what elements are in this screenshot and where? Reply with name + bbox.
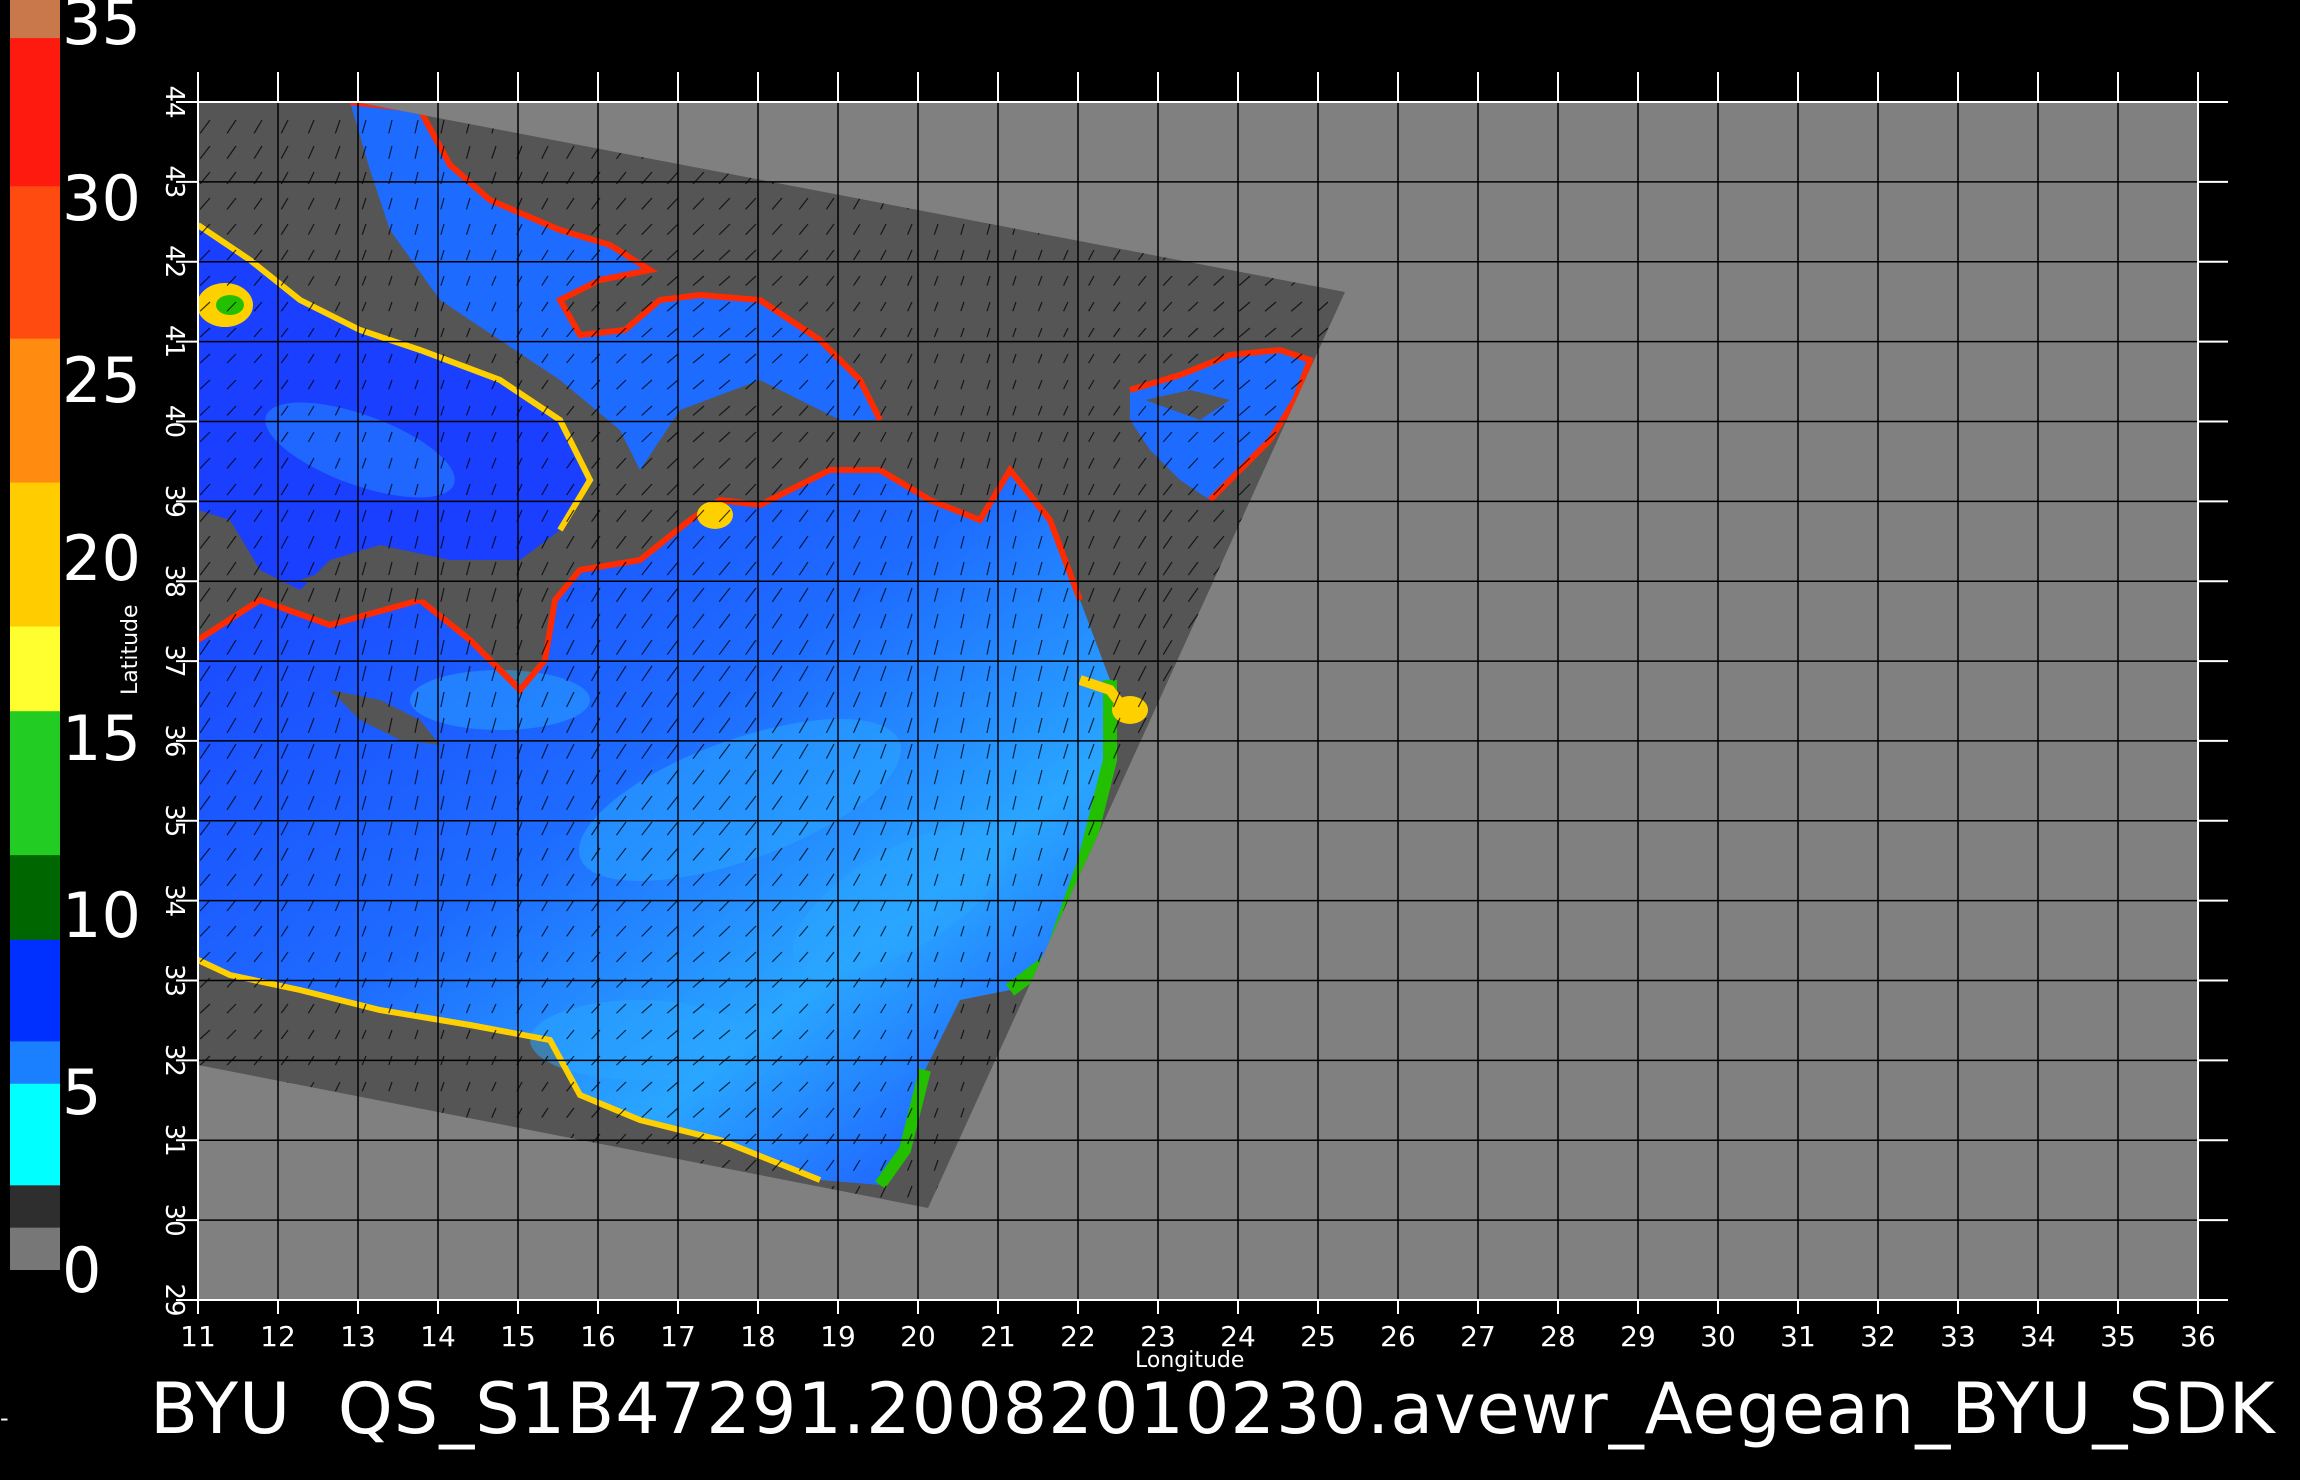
x-tick-label: 27 — [1460, 1320, 1496, 1353]
y-tick-label: 37 — [159, 645, 189, 678]
x-tick-label: 18 — [740, 1320, 776, 1353]
colorbar-label: 35 — [62, 0, 141, 59]
y-tick-label: 29 — [159, 1283, 189, 1316]
y-tick-label: 39 — [159, 485, 189, 518]
y-tick-label: 35 — [159, 804, 189, 837]
colorbar-segment — [10, 186, 60, 340]
colorbar-segment — [10, 0, 60, 39]
y-tick-label: 41 — [159, 325, 189, 358]
x-tick-label: 20 — [900, 1320, 936, 1353]
colorbar-segment — [10, 38, 60, 187]
y-tick-label: 30 — [159, 1204, 189, 1237]
x-tick-label: 32 — [1860, 1320, 1896, 1353]
x-tick-label: 29 — [1620, 1320, 1656, 1353]
wind-speed-colorbar — [10, 0, 60, 1270]
y-tick-label: 31 — [159, 1124, 189, 1157]
colorbar-segment — [10, 338, 60, 484]
coastal-patch — [216, 295, 244, 315]
x-tick-label: 35 — [2100, 1320, 2136, 1353]
colorbar-segment — [10, 482, 60, 628]
coastal-patch — [697, 501, 733, 529]
y-tick-label: 36 — [159, 724, 189, 757]
x-tick-label: 13 — [340, 1320, 376, 1353]
x-tick-label: 30 — [1700, 1320, 1736, 1353]
coastal-patch — [1112, 696, 1148, 724]
x-tick-label: 36 — [2180, 1320, 2216, 1353]
y-axis-title: Latitude — [118, 604, 143, 695]
x-tick-label: 21 — [980, 1320, 1016, 1353]
y-tick-label: 43 — [159, 165, 189, 198]
colorbar-segment — [10, 939, 60, 1042]
x-tick-label: 12 — [260, 1320, 296, 1353]
colorbar-label: 10 — [62, 879, 141, 952]
colorbar-label: 30 — [62, 162, 141, 235]
y-tick-label: 33 — [159, 964, 189, 997]
x-tick-label: 28 — [1540, 1320, 1576, 1353]
x-tick-label: 34 — [2020, 1320, 2056, 1353]
colorbar-segment — [10, 1083, 60, 1186]
wind-streak — [410, 670, 590, 730]
x-tick-label: 15 — [500, 1320, 536, 1353]
x-tick-label: 33 — [1940, 1320, 1976, 1353]
y-tick-label: 42 — [159, 245, 189, 278]
map-figure: 11 12 13 14 15 16 17 18 19 20 21 22 23 24 25 26 27 28 29 30… — [159, 72, 2228, 1353]
colorbar-segment — [10, 1041, 60, 1085]
y-tick-label: 40 — [159, 405, 189, 438]
figure-caption: BYU QS_S1B47291.20082010230.avewr_Aegean… — [150, 1368, 2276, 1450]
colorbar-label: 25 — [62, 344, 141, 417]
colorbar-label: 5 — [62, 1056, 102, 1129]
colorbar-segment — [10, 626, 60, 712]
colorbar-segment — [10, 1185, 60, 1229]
y-tick-label: 32 — [159, 1044, 189, 1077]
x-tick-label: 16 — [580, 1320, 616, 1353]
x-tick-label: 22 — [1060, 1320, 1096, 1353]
colorbar-label: 0 — [62, 1234, 102, 1307]
x-tick-label: 14 — [420, 1320, 456, 1353]
colorbar-segment — [10, 855, 60, 941]
x-tick-label: 26 — [1380, 1320, 1416, 1353]
x-tick-label: 31 — [1780, 1320, 1816, 1353]
x-tick-label: 19 — [820, 1320, 856, 1353]
colorbar-segment — [10, 711, 60, 856]
x-tick-label: 17 — [660, 1320, 696, 1353]
y-tick-label: 44 — [159, 85, 189, 118]
colorbar-segment — [10, 1227, 60, 1270]
x-tick-label: 25 — [1300, 1320, 1336, 1353]
x-tick-label: 11 — [180, 1320, 216, 1353]
y-tick-label: 38 — [159, 565, 189, 598]
colorbar-label: 20 — [62, 522, 141, 595]
y-tick-label: 34 — [159, 884, 189, 917]
side-marker: - — [0, 1404, 9, 1432]
colorbar-label: 15 — [62, 702, 141, 775]
